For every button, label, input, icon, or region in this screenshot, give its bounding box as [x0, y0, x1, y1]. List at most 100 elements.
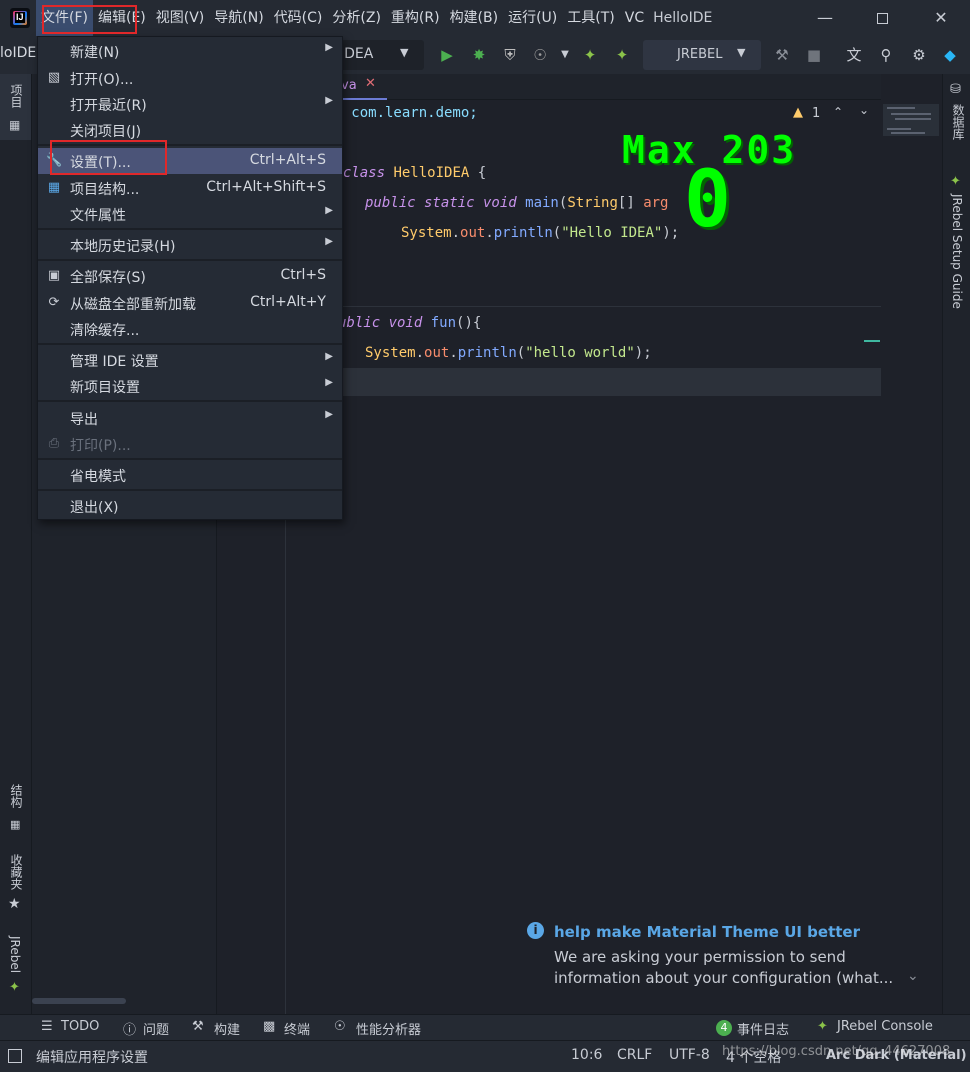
menu-item-local-history[interactable]: 本地历史记录(H) ▶	[38, 232, 342, 258]
todo-icon: ☰	[41, 1019, 53, 1034]
menu-vcs[interactable]: VC	[620, 0, 649, 36]
jrebel-setup-guide-label[interactable]: JRebel Setup Guide	[950, 194, 964, 309]
folder-icon: ▦	[9, 118, 21, 132]
close-tab-icon[interactable]: ✕	[365, 76, 376, 91]
coverage-icon[interactable]: ⛨	[500, 45, 520, 65]
code-minimap[interactable]	[864, 100, 942, 1014]
profiler-tab[interactable]: 性能分析器	[356, 1019, 421, 1038]
menu-build[interactable]: 构建(B)	[445, 0, 504, 36]
submenu-arrow-icon: ▶	[325, 205, 333, 216]
notification-body-line1: We are asking your permission to send	[554, 948, 846, 966]
build-tab[interactable]: 构建	[214, 1019, 240, 1038]
warning-icon[interactable]: ▲	[793, 105, 803, 120]
current-line-highlight	[286, 368, 881, 396]
menu-separator	[38, 343, 342, 345]
event-log-tab[interactable]: 事件日志	[737, 1019, 789, 1038]
jrebel-guide-icon: ✦	[950, 174, 961, 189]
favorites-tool-label[interactable]: 收藏夹	[8, 854, 25, 890]
debug-icon[interactable]: ✸	[469, 45, 489, 65]
prev-highlight-icon[interactable]: ⌃	[833, 105, 843, 119]
jrebel-dropdown[interactable]: JREBEL ▼	[643, 40, 761, 70]
more-run-chevron-icon[interactable]: ▼	[555, 45, 575, 65]
menu-item-open-recent[interactable]: 打开最近(R) ▶	[38, 91, 342, 117]
menu-item-file-properties[interactable]: 文件属性 ▶	[38, 201, 342, 227]
gear-icon[interactable]: ⚙	[909, 45, 929, 65]
submenu-arrow-icon: ▶	[325, 236, 333, 247]
minimize-button[interactable]: —	[808, 0, 842, 36]
menu-item-new[interactable]: 新建(N) ▶	[38, 38, 342, 64]
menu-item-invalidate-caches[interactable]: 清除缓存...	[38, 316, 342, 342]
menu-analyze[interactable]: 分析(Z)	[327, 0, 386, 36]
app-logo-icon[interactable]	[10, 8, 30, 28]
structure-icon: ▦	[10, 818, 21, 831]
build-hammer-icon[interactable]: ⚒	[772, 45, 792, 65]
menu-separator	[38, 489, 342, 491]
menu-item-reload-all[interactable]: ⟳ 从磁盘全部重新加载 Ctrl+Alt+Y	[38, 290, 342, 316]
stop-icon[interactable]: ■	[804, 45, 824, 65]
jrebel-run-icon[interactable]: ✦	[580, 45, 600, 65]
menu-item-manage-ide-settings[interactable]: 管理 IDE 设置 ▶	[38, 347, 342, 373]
menu-item-power-save[interactable]: 省电模式	[38, 462, 342, 488]
search-icon[interactable]: ⚲	[876, 45, 896, 65]
build-icon: ⚒	[192, 1019, 204, 1034]
event-log-badge: 4	[716, 1020, 732, 1036]
status-message: 编辑应用程序设置	[36, 1050, 148, 1066]
toggle-tool-windows-icon[interactable]	[8, 1049, 22, 1063]
jrebel-tool-label[interactable]: JRebel	[8, 936, 22, 973]
code-line-1: ge com.learn.demo;	[326, 105, 478, 121]
menu-view[interactable]: 视图(V)	[151, 0, 210, 36]
profile-icon[interactable]: ☉	[530, 45, 550, 65]
structure-tool-label[interactable]: 结构	[8, 784, 25, 808]
translate-icon[interactable]: 文	[844, 45, 864, 65]
notification-title[interactable]: help make Material Theme UI better	[554, 923, 860, 941]
menu-item-new-project-settings[interactable]: 新项目设置 ▶	[38, 373, 342, 399]
chevron-down-icon: ▼	[400, 46, 409, 59]
menu-refactor[interactable]: 重构(R)	[386, 0, 445, 36]
database-tool-label[interactable]: 数据库	[950, 104, 967, 140]
maximize-button[interactable]	[865, 0, 899, 36]
project-tool-tab[interactable]: 项目 ▦	[0, 74, 31, 140]
menu-separator	[38, 400, 342, 402]
code-line-4: public static void main(String[] arg	[365, 195, 669, 211]
project-name-label[interactable]: loIDE	[0, 45, 36, 61]
notification-balloon[interactable]: i help make Material Theme UI better We …	[513, 914, 941, 1010]
menu-item-project-structure[interactable]: ▦ 项目结构... Ctrl+Alt+Shift+S	[38, 175, 342, 201]
expand-chevron-icon[interactable]: ⌄	[907, 968, 919, 984]
close-window-button[interactable]: ✕	[924, 0, 958, 36]
terminal-icon: ▩	[263, 1019, 276, 1034]
submenu-arrow-icon: ▶	[325, 351, 333, 362]
menu-item-print: ⎙ 打印(P)...	[38, 431, 342, 457]
toolbox-icon[interactable]: ◆	[940, 45, 960, 65]
line-separator[interactable]: CRLF	[617, 1047, 652, 1063]
code-editor[interactable]: ge com.learn.demo; c class HelloIDEA { p…	[286, 100, 881, 1014]
menu-code[interactable]: 代码(C)	[269, 0, 328, 36]
menu-navigate[interactable]: 导航(N)	[209, 0, 268, 36]
minimap-line	[895, 118, 931, 120]
profiler-icon: ☉	[334, 1019, 346, 1034]
horizontal-scrollbar[interactable]	[32, 998, 126, 1004]
menu-item-save-all[interactable]: ▣ 全部保存(S) Ctrl+S	[38, 263, 342, 289]
caret-position[interactable]: 10:6	[571, 1047, 602, 1063]
run-icon[interactable]: ▶	[437, 45, 457, 65]
menu-run[interactable]: 运行(U)	[503, 0, 562, 36]
watermark-text: https://blog.csdn.net/qq_44627008	[722, 1044, 951, 1059]
problems-tab[interactable]: 问题	[143, 1019, 169, 1038]
minimap-line	[891, 132, 925, 134]
database-icon: ⛁	[950, 82, 961, 97]
run-config-label: IDEA	[340, 46, 374, 62]
terminal-tab[interactable]: 终端	[284, 1019, 310, 1038]
jrebel-console-tab[interactable]: JRebel Console	[837, 1019, 933, 1034]
next-highlight-icon[interactable]: ⌄	[859, 103, 869, 117]
jrebel-debug-icon[interactable]: ✦	[612, 45, 632, 65]
menu-item-open[interactable]: ▧ 打开(O)...	[38, 65, 342, 91]
menu-tools[interactable]: 工具(T)	[562, 0, 619, 36]
todo-tab[interactable]: TODO	[61, 1019, 99, 1034]
submenu-arrow-icon: ▶	[325, 42, 333, 53]
menu-separator	[38, 259, 342, 261]
run-config-dropdown[interactable]: IDEA ▼	[336, 40, 424, 70]
menu-item-exit[interactable]: 退出(X)	[38, 493, 342, 519]
file-encoding[interactable]: UTF-8	[669, 1047, 710, 1063]
change-marker	[864, 340, 880, 342]
menu-item-export[interactable]: 导出 ▶	[38, 405, 342, 431]
reload-icon: ⟳	[48, 295, 60, 310]
